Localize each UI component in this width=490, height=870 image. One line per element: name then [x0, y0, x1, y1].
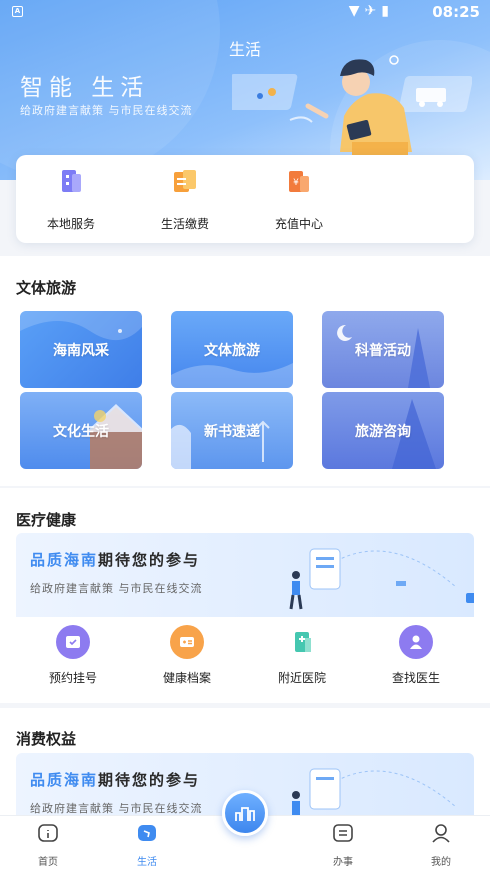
tile-label: 新书速递: [204, 423, 260, 440]
tile-hainan[interactable]: 海南风采: [20, 311, 142, 388]
medical-service-label: 预约挂号: [48, 671, 97, 685]
banner-title: 品质海南期待您的参与: [30, 549, 200, 570]
quick-service-bills[interactable]: 生活缴费: [130, 167, 240, 232]
banner-title-rest: 期待您的参与: [98, 771, 201, 789]
header-banner: A ▼✈▮ 08:25 生活 智能 生活 给政府建言献策 与市民在线交流: [0, 0, 490, 180]
home-icon: [38, 824, 58, 842]
tile-label: 科普活动: [355, 342, 411, 359]
city-icon: [235, 807, 255, 821]
banner-highlight: 品质海南: [30, 771, 99, 789]
tile-science[interactable]: 科普活动: [322, 311, 444, 388]
building-icon: [62, 170, 81, 192]
section-title-consumer: 消费权益: [16, 730, 77, 748]
tile-label: 旅游咨询: [355, 423, 411, 440]
svg-text:¥: ¥: [293, 178, 299, 188]
nav-label: 我的: [431, 857, 451, 868]
bill-icon: [174, 170, 196, 192]
quick-service-label: 本地服务: [46, 217, 95, 231]
tile-label: 文体旅游: [204, 342, 260, 359]
doctor-icon: [399, 625, 433, 659]
tile-cultural-life[interactable]: 文化生活: [20, 392, 142, 469]
medical-service-label: 附近医院: [277, 671, 326, 685]
hero-headline: 智能 生活: [20, 75, 150, 101]
tile-label: 文化生活: [53, 423, 109, 440]
section-title-culture: 文体旅游: [16, 279, 77, 297]
app-notification-icon: A: [12, 6, 23, 17]
battery-icon: ▮: [381, 3, 394, 19]
nav-home[interactable]: 首页: [18, 822, 78, 868]
banner-subline: 给政府建言献策 与市民在线交流: [30, 582, 203, 595]
center-action-button[interactable]: [222, 790, 268, 836]
nav-label: 首页: [38, 857, 58, 868]
medical-service-health-record[interactable]: 健康档案: [130, 625, 244, 686]
life-icon: [138, 825, 156, 841]
banner-highlight: 品质海南: [30, 551, 99, 569]
quick-service-label: 充值中心: [274, 217, 323, 231]
quick-service-local[interactable]: 本地服务: [16, 167, 126, 232]
tile-label: 海南风采: [53, 342, 109, 359]
medical-service-find-doctor[interactable]: 查找医生: [359, 625, 473, 686]
tile-travel-info[interactable]: 旅游咨询: [322, 392, 444, 469]
tasks-icon: [333, 824, 353, 842]
appointment-icon: [56, 625, 90, 659]
medical-services-row: 预约挂号 健康档案 附近医院 查找医生: [16, 617, 474, 697]
banner-subline: 给政府建言献策 与市民在线交流: [30, 802, 203, 815]
banner-illustration: [289, 548, 474, 610]
quick-service-label: 生活缴费: [160, 217, 209, 231]
hero-subline: 给政府建言献策 与市民在线交流: [20, 104, 193, 117]
tile-new-books[interactable]: 新书速递: [171, 392, 293, 469]
status-icons: ▼✈▮: [349, 3, 394, 19]
airplane-icon: ✈: [364, 3, 382, 19]
medical-service-appointment[interactable]: 预约挂号: [16, 625, 130, 686]
tile-culture-sports[interactable]: 文体旅游: [171, 311, 293, 388]
medical-promo-banner[interactable]: 品质海南期待您的参与 给政府建言献策 与市民在线交流: [16, 533, 474, 617]
quick-services-panel: 本地服务 生活缴费 ¥ 充值中心: [16, 155, 474, 243]
nav-label: 办事: [333, 857, 353, 868]
wifi-icon: ▼: [348, 3, 365, 19]
nav-label: 生活: [137, 857, 157, 868]
banner-title-rest: 期待您的参与: [98, 551, 201, 569]
quick-service-recharge[interactable]: ¥ 充值中心: [244, 167, 354, 232]
health-record-icon: [170, 625, 204, 659]
nav-profile[interactable]: 我的: [411, 822, 471, 868]
nav-life[interactable]: 生活: [117, 822, 177, 868]
banner-illustration: [292, 768, 457, 815]
status-bar: A ▼✈▮ 08:25: [0, 0, 490, 26]
medical-service-label: 查找医生: [391, 671, 440, 685]
medical-service-label: 健康档案: [162, 671, 211, 685]
section-title-medical: 医疗健康: [16, 511, 77, 529]
nav-tasks[interactable]: 办事: [313, 822, 373, 868]
banner-title: 品质海南期待您的参与: [30, 769, 200, 790]
status-time: 08:25: [432, 3, 480, 21]
hospital-icon: [285, 625, 319, 659]
medical-service-nearby-hospital[interactable]: 附近医院: [245, 625, 359, 686]
profile-icon: [432, 824, 450, 843]
recharge-icon: ¥: [289, 171, 309, 192]
